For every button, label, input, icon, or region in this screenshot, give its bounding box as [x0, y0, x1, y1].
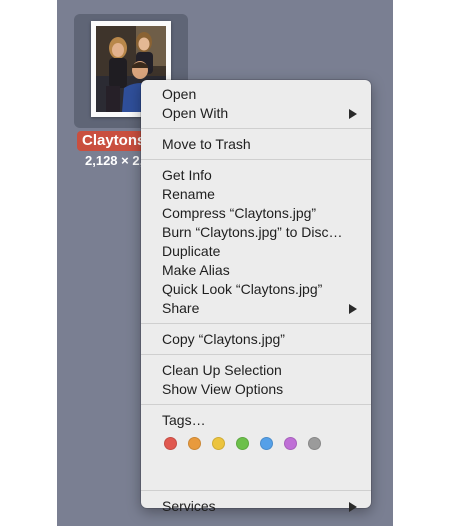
menu-item-copy-claytonsjpg[interactable]: Copy “Claytons.jpg” [162, 330, 357, 349]
menu-item-label: Tags… [162, 412, 206, 428]
menu-item-get-info[interactable]: Get Info [162, 166, 357, 185]
menu-item-show-view-options[interactable]: Show View Options [162, 380, 357, 399]
menu-item-label: Copy “Claytons.jpg” [162, 331, 285, 347]
menu-item-share[interactable]: Share [162, 299, 357, 318]
menu-item-duplicate[interactable]: Duplicate [162, 242, 357, 261]
menu-item-label: Get Info [162, 167, 212, 183]
menu-item-label: Clean Up Selection [162, 362, 282, 378]
menu-item-move-to-trash[interactable]: Move to Trash [162, 135, 357, 154]
tag-gray-icon[interactable] [308, 437, 321, 450]
menu-item-label: Compress “Claytons.jpg” [162, 205, 317, 221]
menu-separator [141, 490, 371, 491]
menu-item-open-with[interactable]: Open With [162, 104, 357, 123]
menu-item-make-alias[interactable]: Make Alias [162, 261, 357, 280]
menu-item-label: Services [162, 498, 216, 514]
menu-item-services[interactable]: Services [162, 497, 357, 516]
menu-item-label: Rename [162, 186, 215, 202]
tag-red-icon[interactable] [164, 437, 177, 450]
tag-blue-icon[interactable] [260, 437, 273, 450]
menu-item-label: Burn “Claytons.jpg” to Disc… [162, 224, 343, 240]
menu-item-label: Open [162, 86, 197, 102]
menu-item-quick-look-claytonsjpg[interactable]: Quick Look “Claytons.jpg” [162, 280, 357, 299]
context-menu: Open Open With Move to Trash Get Info Rename… [141, 80, 371, 514]
menu-item-label: Make Alias [162, 262, 230, 278]
menu-separator [141, 323, 371, 324]
submenu-arrow-icon [349, 304, 357, 314]
menu-item-label: Duplicate [162, 243, 221, 259]
menu-item-label: Open With [162, 105, 229, 121]
tag-yellow-icon[interactable] [212, 437, 225, 450]
menu-separator [141, 128, 371, 129]
menu-item-open[interactable]: Open [162, 85, 357, 104]
menu-item-label: Show View Options [162, 381, 284, 397]
menu-item-tags[interactable]: Tags… [162, 411, 357, 430]
menu-separator [141, 354, 371, 355]
menu-item-compress-claytonsjpg[interactable]: Compress “Claytons.jpg” [162, 204, 357, 223]
menu-item-label: Move to Trash [162, 136, 251, 152]
tag-purple-icon[interactable] [284, 437, 297, 450]
tag-green-icon[interactable] [236, 437, 249, 450]
tag-orange-icon[interactable] [188, 437, 201, 450]
submenu-arrow-icon [349, 109, 357, 119]
menu-item-clean-up-selection[interactable]: Clean Up Selection [162, 361, 357, 380]
file-dimensions: 2,128 × 2,832 [85, 153, 145, 168]
menu-separator [141, 404, 371, 405]
menu-item-rename[interactable]: Rename [162, 185, 357, 204]
submenu-arrow-icon [349, 502, 357, 512]
menu-item-label: Quick Look “Claytons.jpg” [162, 281, 323, 297]
menu-item-burn-claytonsjpg-to-disc[interactable]: Burn “Claytons.jpg” to Disc… [162, 223, 357, 242]
menu-separator [141, 159, 371, 160]
menu-item-label: Share [162, 300, 200, 316]
